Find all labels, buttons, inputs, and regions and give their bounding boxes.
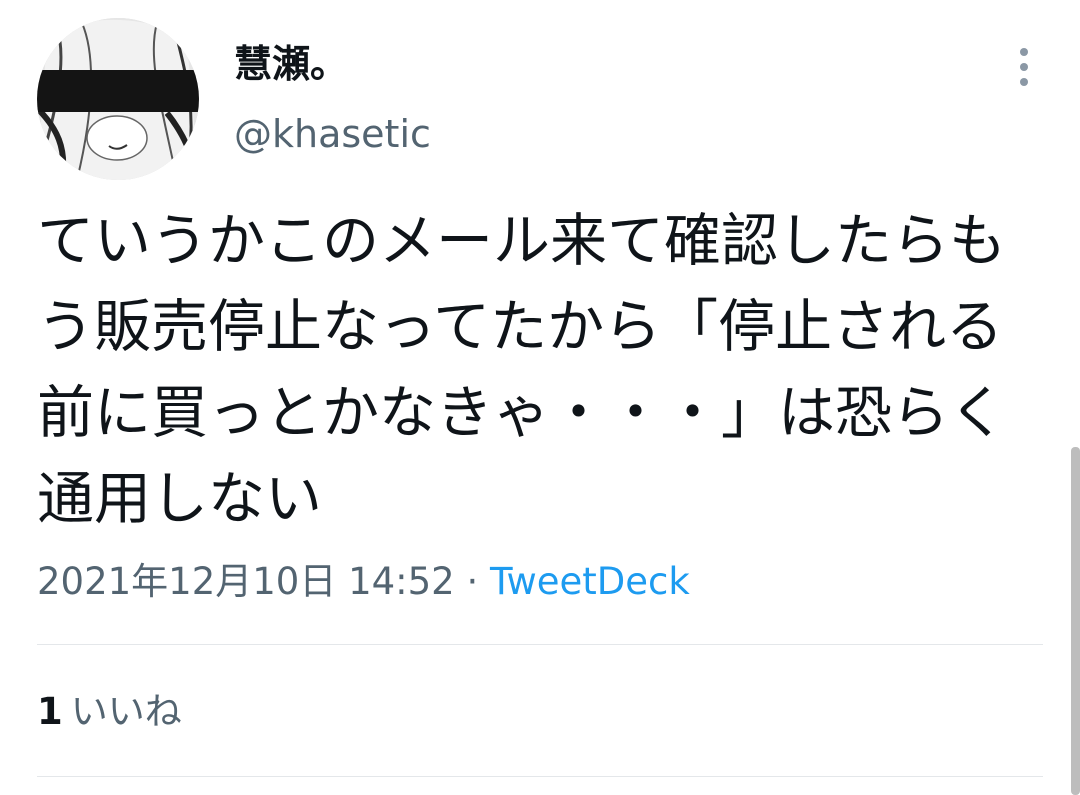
more-vertical-icon[interactable] [1009, 42, 1039, 92]
tweet-detail-page: 慧瀬。 @khasetic ていうかこのメール来て確認したらもう販売停止なってた… [0, 0, 1080, 795]
tweet-header: 慧瀬。 @khasetic [37, 18, 1043, 180]
divider [37, 776, 1043, 777]
tweet-source-link[interactable]: TweetDeck [490, 560, 690, 603]
meta-separator: · [466, 560, 491, 603]
likes-stat[interactable]: 1 いいね [37, 682, 182, 742]
tweet-meta: 2021年12月10日 14:52 · TweetDeck [37, 552, 690, 612]
likes-label: いいね [70, 690, 182, 733]
more-dot [1020, 63, 1028, 71]
author-handle[interactable]: @khasetic [234, 104, 431, 164]
tweet-timestamp[interactable]: 2021年12月10日 14:52 [37, 560, 455, 603]
author-names: 慧瀬。 @khasetic [234, 34, 431, 164]
scrollbar[interactable] [1071, 447, 1080, 795]
author-display-name[interactable]: 慧瀬。 [234, 34, 431, 94]
avatar[interactable] [37, 18, 199, 180]
tweet-text: ていうかこのメール来て確認したらもう販売停止なってたから「停止される前に買っとか… [37, 208, 1006, 532]
avatar-image [37, 18, 199, 180]
divider [37, 644, 1043, 645]
more-dot [1020, 48, 1028, 56]
likes-count: 1 [37, 690, 63, 733]
more-dot [1020, 78, 1028, 86]
